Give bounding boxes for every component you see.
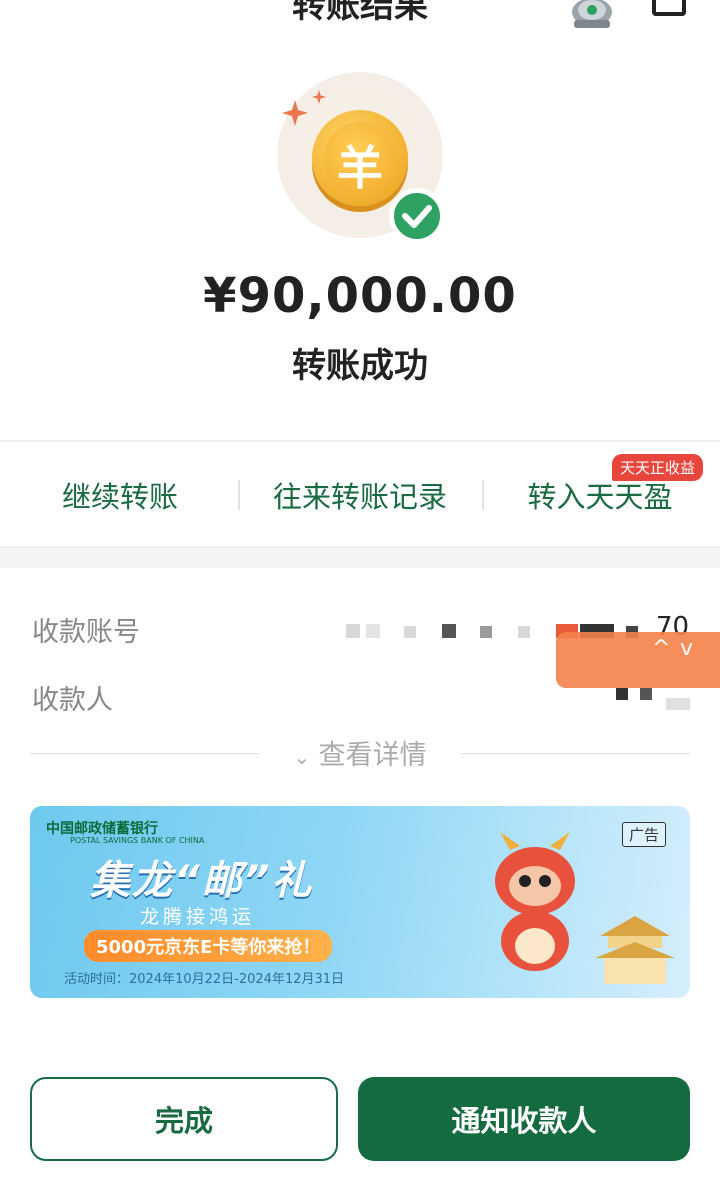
ad-tag: 广告 — [622, 822, 667, 847]
divider — [482, 480, 484, 510]
ad-banner[interactable]: 中国邮政储蓄银行 POSTAL SAVINGS BANK OF CHINA 广告… — [30, 806, 690, 998]
share-icon[interactable] — [652, 0, 686, 16]
transfer-status: 转账成功 — [292, 346, 428, 386]
top-bar: 转账结果 — [0, 0, 720, 40]
continue-transfer-button[interactable]: 继续转账 — [20, 474, 220, 516]
view-details-toggle[interactable]: ⌄ 查看详情 — [260, 733, 460, 772]
floating-assistant-bar[interactable]: ^ v — [556, 632, 720, 688]
banner-title: 集龙“邮”礼 — [90, 858, 314, 904]
check-icon — [389, 188, 445, 244]
notify-payee-button[interactable]: 通知收款人 — [358, 1077, 690, 1161]
chevron-up-icon: ^ — [652, 636, 671, 661]
dragon-mascot-icon — [495, 832, 575, 971]
banner-subtitle: 龙腾接鸿运 — [140, 906, 256, 928]
done-button[interactable]: 完成 — [30, 1077, 338, 1161]
coin-glyph: 羊 — [337, 141, 383, 195]
section-separator — [0, 546, 720, 568]
bank-name-en: POSTAL SAVINGS BANK OF CHINA — [70, 836, 205, 845]
payee-label: 收款人 — [32, 685, 113, 716]
coin-icon: 羊 — [312, 110, 408, 206]
chevron-down-icon: v — [680, 636, 694, 661]
bank-logo: 中国邮政储蓄银行 — [46, 818, 158, 838]
pavilion-icon — [595, 916, 675, 984]
account-label: 收款账号 — [32, 617, 140, 648]
action-row: 继续转账 往来转账记录 转入天天盈 天天正收益 — [0, 442, 720, 546]
transfer-history-button[interactable]: 往来转账记录 — [250, 474, 470, 516]
sparkle-icon — [312, 90, 326, 104]
divider — [30, 753, 260, 754]
divider — [460, 753, 690, 754]
banner-date: 活动时间：2024年10月22日-2024年12月31日 — [64, 972, 345, 987]
sparkle-icon — [282, 100, 308, 126]
divider — [238, 480, 240, 510]
promo-badge: 天天正收益 — [612, 454, 704, 481]
banner-promo: 5000元京东E卡等你来抢！ — [84, 930, 333, 962]
bank-name: 中国邮政储蓄银行 — [46, 821, 158, 837]
view-details-label: 查看详情 — [318, 740, 427, 771]
chevron-down-icon: ⌄ — [293, 745, 311, 769]
robot-avatar-icon[interactable] — [566, 0, 618, 28]
transfer-amount: ¥90,000.00 — [203, 268, 517, 324]
